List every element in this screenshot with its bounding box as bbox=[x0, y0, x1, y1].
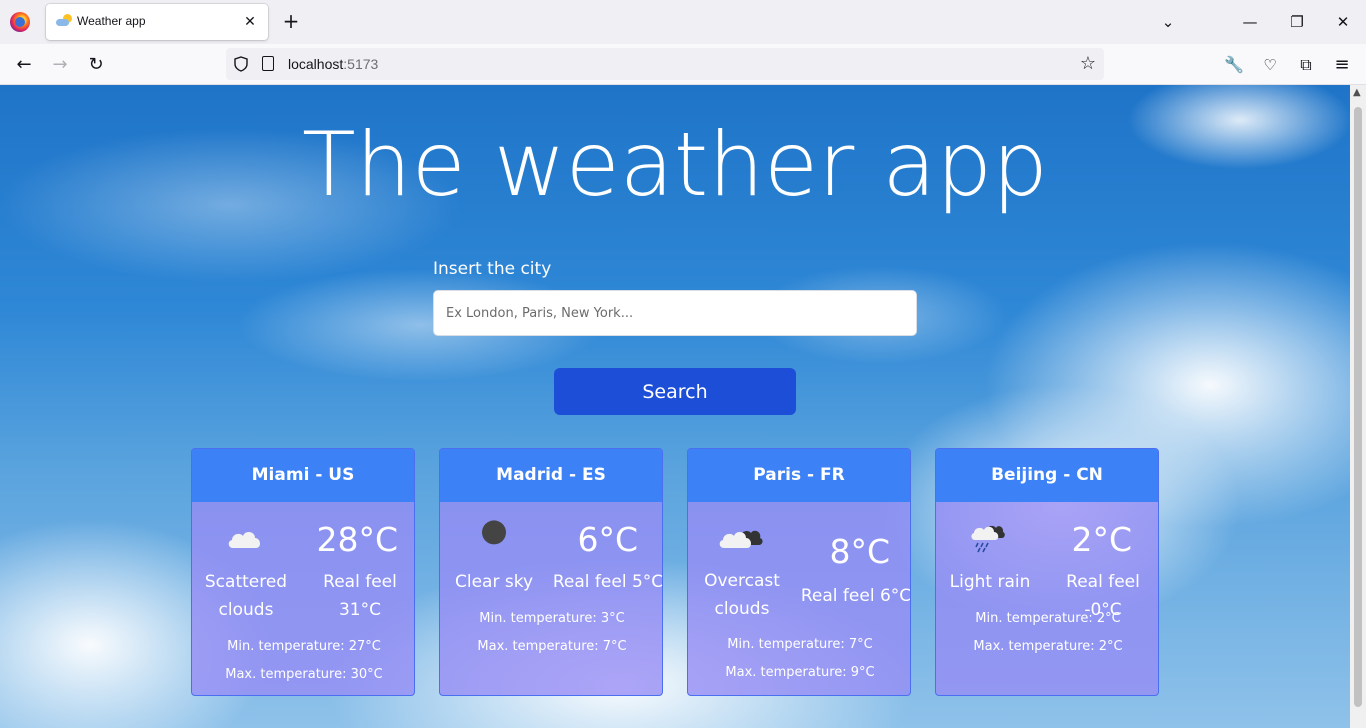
search-button[interactable]: Search bbox=[554, 368, 796, 415]
card-description: Scattered clouds bbox=[204, 572, 288, 620]
card-real-feel: Real feel 5°C bbox=[552, 572, 663, 592]
restore-icon[interactable]: ❐ bbox=[1285, 10, 1309, 34]
scroll-up-icon[interactable]: ▲ bbox=[1353, 87, 1361, 98]
extensions-icon[interactable]: ⧉ bbox=[1293, 52, 1319, 78]
firefox-logo-icon[interactable] bbox=[10, 12, 30, 32]
address-bar[interactable]: localhost:5173 ☆ bbox=[226, 48, 1104, 80]
card-temperature: 28°C bbox=[316, 520, 398, 559]
card-max-temperature: Max. temperature: 7°C bbox=[477, 639, 627, 654]
card-temperature: 6°C bbox=[577, 520, 638, 559]
menu-icon[interactable]: ≡ bbox=[1329, 52, 1355, 78]
card-city: Miami - US bbox=[192, 449, 414, 502]
list-all-tabs-icon[interactable]: ⌄ bbox=[1156, 10, 1180, 34]
page-viewport: The weather app Insert the city Search M… bbox=[0, 85, 1350, 728]
vertical-scrollbar[interactable]: ▲ bbox=[1350, 85, 1366, 728]
scattered-clouds-icon bbox=[228, 532, 261, 548]
close-tab-icon[interactable]: ✕ bbox=[240, 12, 260, 32]
close-window-icon[interactable]: ✕ bbox=[1331, 10, 1355, 34]
navigation-bar: ← → ↻ localhost:5173 ☆ 🔧 ♡ ⧉ ≡ bbox=[0, 44, 1366, 85]
card-min-temperature: Min. temperature: 7°C bbox=[727, 637, 873, 652]
bookmark-star-icon[interactable]: ☆ bbox=[1080, 53, 1096, 74]
overcast-clouds-icon bbox=[719, 530, 763, 548]
back-icon[interactable]: ← bbox=[11, 52, 37, 78]
card-min-temperature: Min. temperature: 2°C bbox=[975, 611, 1121, 626]
pocket-icon[interactable]: ♡ bbox=[1257, 52, 1283, 78]
minimize-icon[interactable]: — bbox=[1238, 10, 1262, 34]
weather-card: Madrid - ES 6°C Clear sky Real feel 5°C … bbox=[439, 448, 663, 696]
card-city: Beijing - CN bbox=[936, 449, 1158, 502]
reload-icon[interactable]: ↻ bbox=[83, 52, 109, 78]
browser-tab[interactable]: Weather app ✕ bbox=[46, 4, 268, 40]
card-city: Paris - FR bbox=[688, 449, 910, 502]
card-temperature: 8°C bbox=[829, 532, 890, 571]
clear-sky-icon bbox=[482, 520, 506, 545]
forward-icon[interactable]: → bbox=[47, 52, 73, 78]
card-real-feel: Real feel 6°C bbox=[800, 586, 911, 606]
weather-card: Miami - US 28°C Scattered clouds Real fee… bbox=[191, 448, 415, 696]
light-rain-icon bbox=[971, 525, 1005, 553]
new-tab-icon[interactable]: + bbox=[280, 10, 302, 32]
tracking-protection-shield-icon[interactable] bbox=[234, 56, 248, 72]
scrollbar-thumb[interactable] bbox=[1354, 107, 1362, 707]
page-title: The weather app bbox=[302, 113, 1048, 216]
page-info-icon[interactable] bbox=[262, 56, 274, 71]
browser-tab-strip: Weather app ✕ + ⌄ — ❐ ✕ bbox=[0, 0, 1366, 44]
city-search-input[interactable] bbox=[433, 290, 917, 336]
card-max-temperature: Max. temperature: 9°C bbox=[725, 665, 875, 680]
card-min-temperature: Min. temperature: 3°C bbox=[479, 611, 625, 626]
card-city: Madrid - ES bbox=[440, 449, 662, 502]
card-real-feel: Real feel 31°C bbox=[323, 572, 397, 620]
weather-card: Paris - FR 8°C Overcast clouds Real feel … bbox=[687, 448, 911, 696]
weather-card: Beijing - CN 2°C Light rain Real feel -0… bbox=[935, 448, 1159, 696]
weather-cards: Miami - US 28°C Scattered clouds Real fee… bbox=[191, 448, 1159, 696]
card-temperature: 2°C bbox=[1071, 520, 1132, 559]
card-description: Overcast clouds bbox=[704, 571, 780, 619]
wrench-icon[interactable]: 🔧 bbox=[1221, 52, 1247, 78]
weather-favicon-icon bbox=[56, 14, 72, 28]
card-description: Light rain bbox=[949, 572, 1031, 592]
tab-title: Weather app bbox=[77, 14, 146, 28]
card-max-temperature: Max. temperature: 2°C bbox=[973, 639, 1123, 654]
card-max-temperature: Max. temperature: 30°C bbox=[225, 667, 383, 682]
url-text[interactable]: localhost:5173 bbox=[288, 56, 378, 72]
city-input-label: Insert the city bbox=[433, 259, 552, 279]
card-min-temperature: Min. temperature: 27°C bbox=[227, 639, 381, 654]
card-description: Clear sky bbox=[454, 572, 534, 592]
